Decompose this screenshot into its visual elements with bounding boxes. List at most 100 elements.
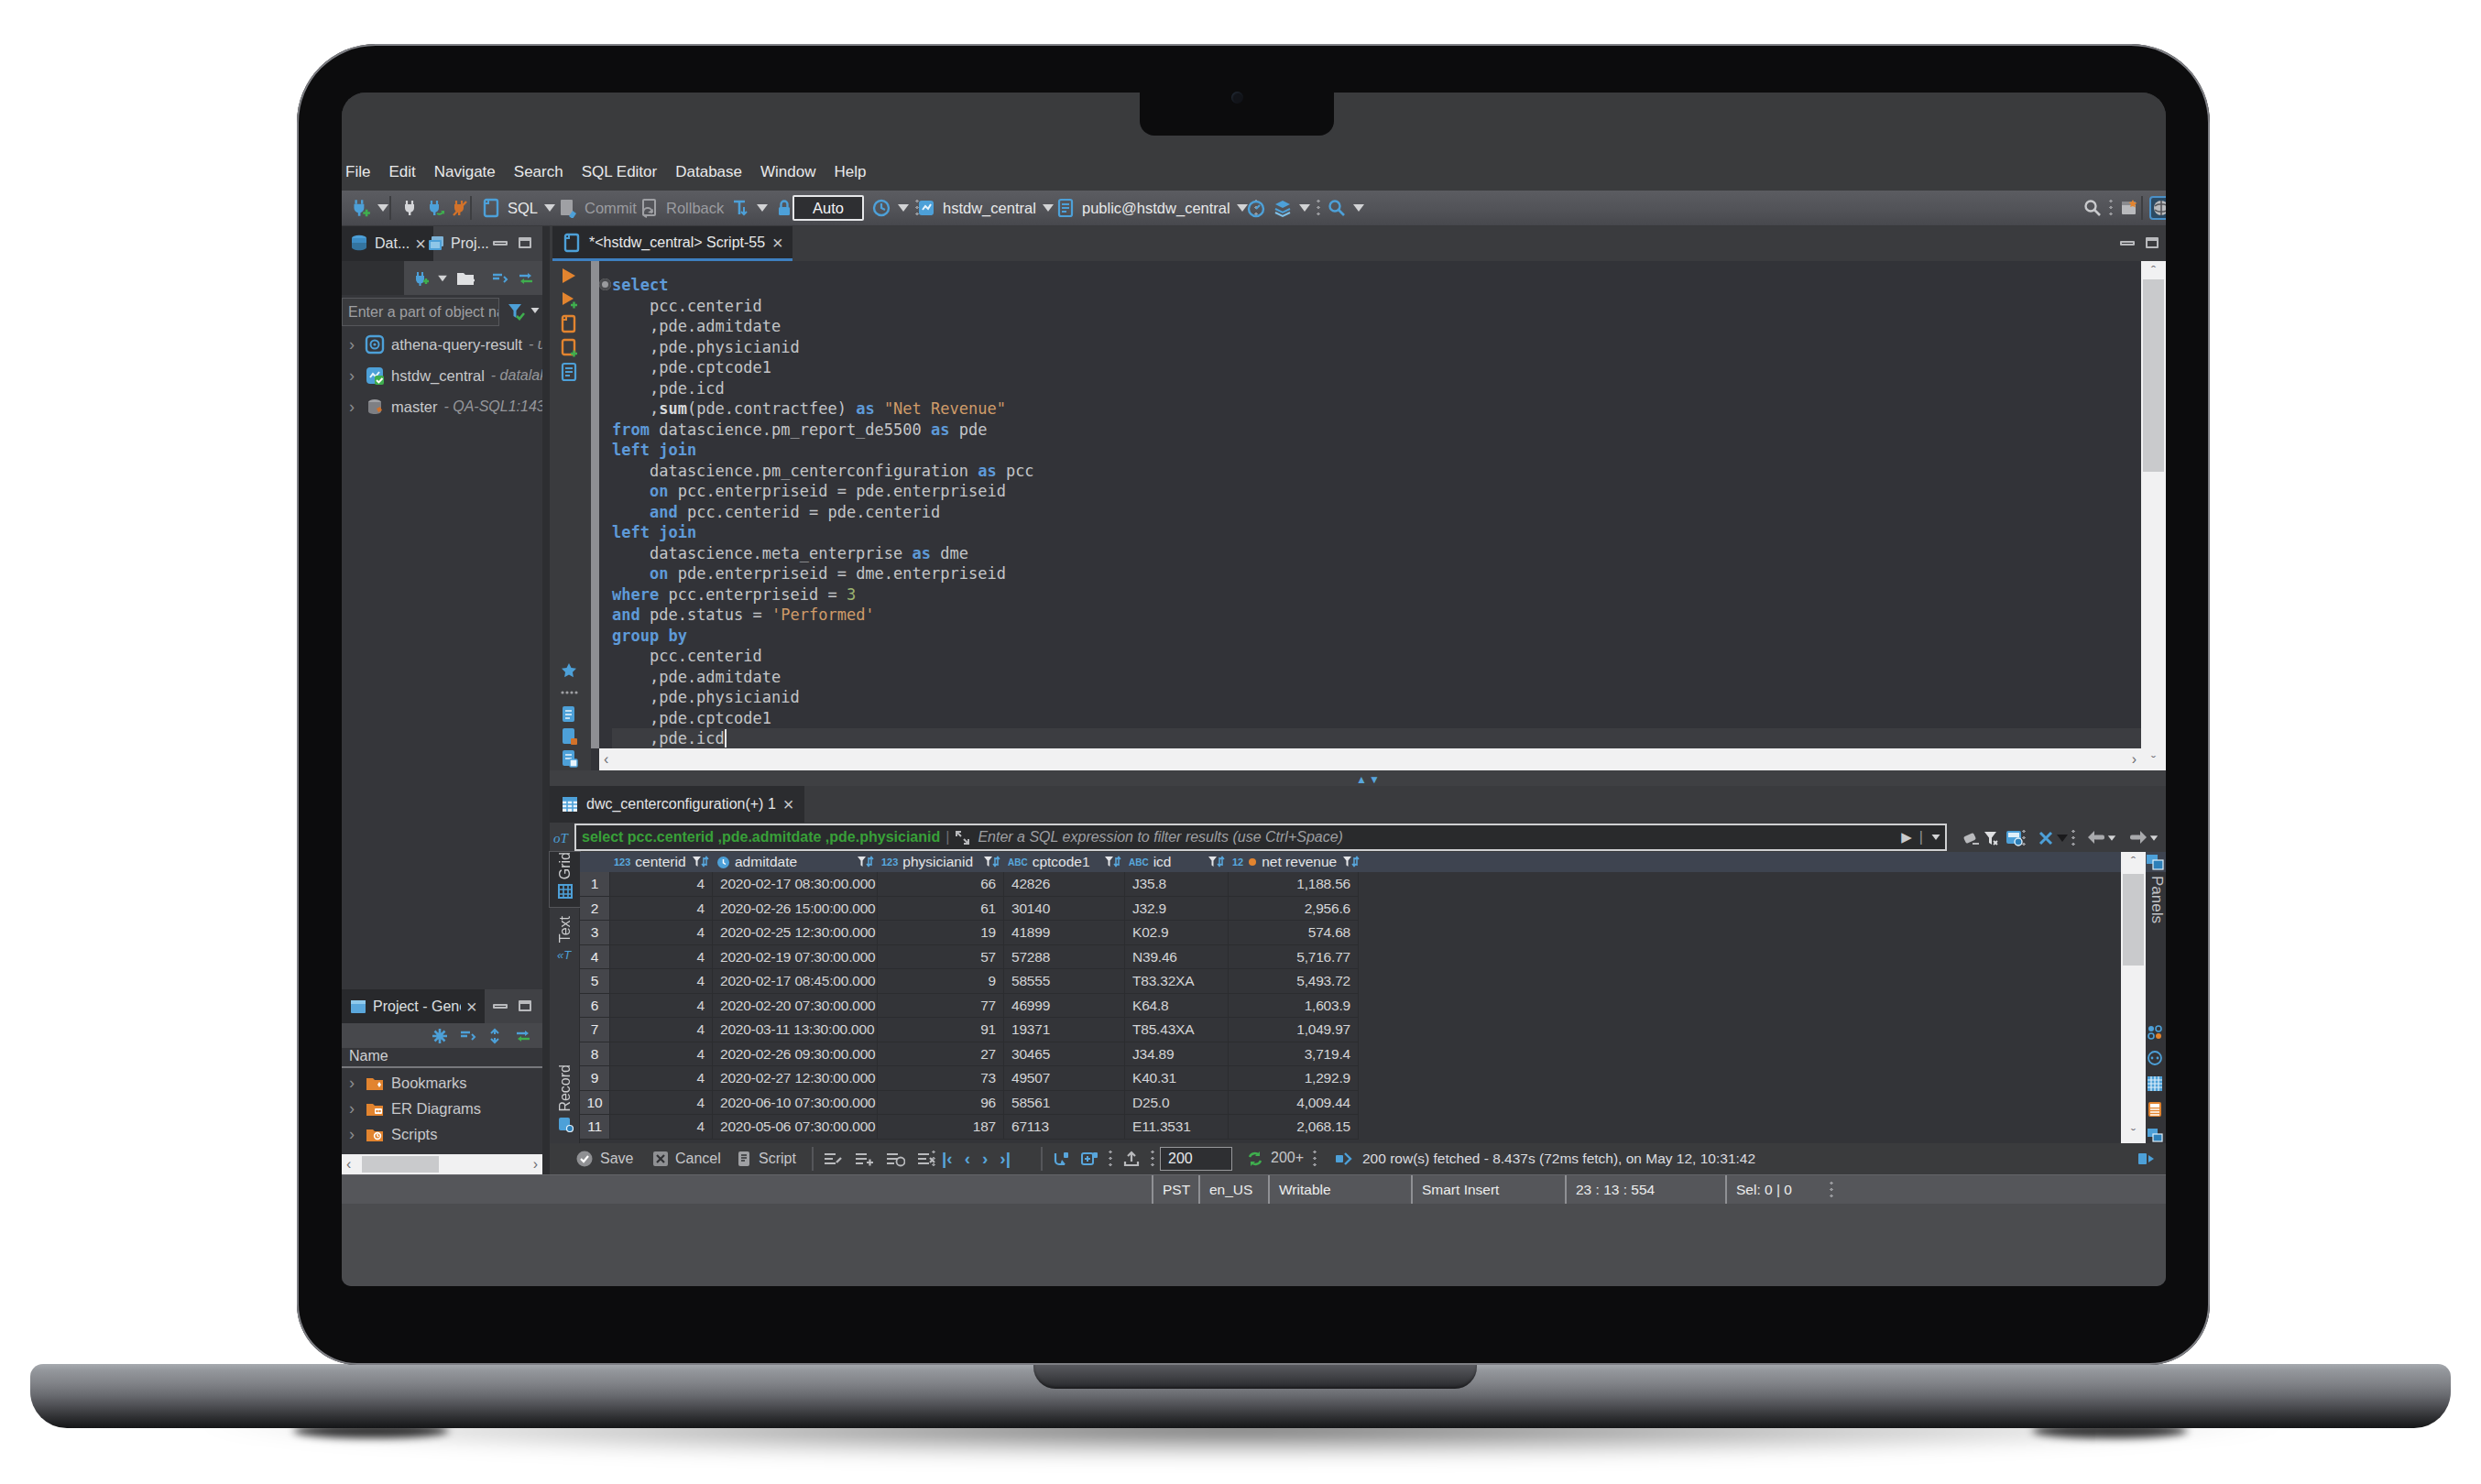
auto-commit-button[interactable]: Auto	[792, 195, 864, 221]
row-number[interactable]: 8	[580, 1042, 610, 1067]
column-filter-icon[interactable]	[1103, 855, 1121, 869]
cell-physicianid[interactable]: 19	[878, 921, 1004, 945]
link-editor-icon[interactable]	[516, 269, 536, 288]
row-number[interactable]: 5	[580, 969, 610, 994]
grid-row[interactable]: 142020-02-17 08:30:00.0006642826J35.81,1…	[580, 872, 2166, 897]
transaction-icon[interactable]	[730, 198, 750, 218]
save-button[interactable]: Save	[575, 1143, 633, 1174]
panel-sash[interactable]	[542, 226, 550, 1174]
calc-panel-icon[interactable]	[2147, 1101, 2163, 1118]
schema-icon[interactable]	[1055, 198, 1076, 218]
disconnect-all-icon[interactable]	[450, 198, 470, 218]
copy-row-icon[interactable]	[885, 1151, 905, 1167]
row-number[interactable]: 2	[580, 897, 610, 922]
next-row-icon[interactable]: ›	[982, 1149, 988, 1169]
chevron-down-icon[interactable]	[757, 204, 768, 212]
minimize-icon[interactable]	[2120, 241, 2135, 246]
last-row-icon[interactable]: ›|	[1000, 1149, 1011, 1169]
row-number[interactable]: 1	[580, 872, 610, 897]
cell-icd[interactable]: K64.8	[1125, 994, 1229, 1019]
column-header-physicianid[interactable]: 123physicianid	[878, 852, 1004, 872]
script-button[interactable]: Script	[736, 1143, 796, 1174]
chevron-down-icon[interactable]	[438, 275, 447, 280]
grid-vertical-scrollbar[interactable]: ˆ ˇ	[2121, 852, 2146, 1143]
scroll-right-icon[interactable]: ›	[529, 1156, 542, 1173]
nav-back-icon[interactable]	[2085, 829, 2107, 846]
commit-icon[interactable]	[558, 198, 578, 218]
chevron-down-icon[interactable]	[1299, 204, 1310, 212]
cell-net-revenue[interactable]: 1,603.9	[1229, 994, 1359, 1019]
cell-net-revenue[interactable]: 1,292.9	[1229, 1066, 1359, 1091]
tab-project-general[interactable]: Project - Gene... ×	[342, 989, 485, 1024]
row-number[interactable]: 10	[580, 1091, 610, 1116]
tree-expand-icon[interactable]: ›	[345, 1099, 358, 1118]
menu-sql-editor[interactable]: SQL Editor	[582, 163, 658, 181]
cell-admitdate[interactable]: 2020-02-27 12:30:00.000	[713, 1066, 878, 1091]
first-row-icon[interactable]: |‹	[942, 1149, 953, 1169]
column-header-admitdate[interactable]: admitdate	[713, 852, 878, 872]
history-clock-icon[interactable]	[871, 198, 891, 218]
custom-filter-icon[interactable]: oT	[552, 824, 574, 850]
cell-centerid[interactable]: 4	[610, 1018, 713, 1042]
scroll-left-icon[interactable]: ‹	[599, 751, 613, 768]
metadata-icon[interactable]	[2147, 1075, 2163, 1092]
minimize-icon[interactable]	[493, 241, 508, 246]
filter-funnel-icon[interactable]	[505, 300, 527, 322]
maximize-icon[interactable]	[2146, 237, 2159, 248]
tab-record[interactable]: Record	[550, 1064, 580, 1134]
cell-centerid[interactable]: 4	[610, 994, 713, 1019]
chevron-down-icon[interactable]	[531, 308, 540, 313]
project-item-scripts[interactable]: ›Scripts	[345, 1121, 481, 1147]
database-icon[interactable]	[916, 198, 936, 218]
cell-icd[interactable]: N39.46	[1125, 945, 1229, 970]
more-rows-button[interactable]: 200+	[1271, 1150, 1304, 1166]
cell-cptcode1[interactable]: 41899	[1004, 921, 1125, 945]
sash-grip-icon[interactable]: ▲▼	[1356, 773, 1382, 786]
status-overflow-icon[interactable]	[1830, 1180, 1833, 1200]
column-header-cptcode1[interactable]: ABCcptcode1	[1004, 852, 1125, 872]
new-folder-icon[interactable]	[455, 269, 475, 288]
project-item-bookmarks[interactable]: ›Bookmarks	[345, 1070, 481, 1096]
grid-row[interactable]: 342020-02-25 12:30:00.0001941899K02.9574…	[580, 921, 2166, 945]
dashboard-icon[interactable]	[1246, 198, 1266, 218]
save-filter-icon[interactable]	[2036, 829, 2056, 847]
column-filter-icon[interactable]	[1207, 855, 1225, 869]
menu-edit[interactable]: Edit	[388, 163, 415, 181]
cell-cptcode1[interactable]: 46999	[1004, 994, 1125, 1019]
cell-net-revenue[interactable]: 1,188.56	[1229, 872, 1359, 897]
fetch-all-icon[interactable]	[1080, 1151, 1098, 1167]
chevron-down-icon[interactable]	[2108, 835, 2115, 841]
cell-cptcode1[interactable]: 49507	[1004, 1066, 1125, 1091]
tree-expand-icon[interactable]: ›	[345, 366, 358, 386]
cell-icd[interactable]: K02.9	[1125, 921, 1229, 945]
cell-physicianid[interactable]: 61	[878, 897, 1004, 922]
close-icon[interactable]: ×	[466, 998, 477, 1016]
save-script-icon[interactable]	[559, 726, 579, 747]
close-icon[interactable]: ×	[772, 234, 783, 252]
cell-icd[interactable]: T85.43XA	[1125, 1018, 1229, 1042]
fetch-next-icon[interactable]	[1052, 1151, 1070, 1167]
cell-centerid[interactable]: 4	[610, 1091, 713, 1116]
cell-net-revenue[interactable]: 2,956.6	[1229, 897, 1359, 922]
row-number[interactable]: 7	[580, 1018, 610, 1042]
execute-script-icon[interactable]	[559, 314, 579, 334]
grid-row[interactable]: 742020-03-11 13:30:00.0009119371T85.43XA…	[580, 1018, 2166, 1042]
column-filter-icon[interactable]	[691, 855, 709, 869]
cell-admitdate[interactable]: 2020-02-17 08:45:00.000	[713, 969, 878, 994]
menu-help[interactable]: Help	[834, 163, 866, 181]
cell-cptcode1[interactable]: 57288	[1004, 945, 1125, 970]
cell-net-revenue[interactable]: 5,716.77	[1229, 945, 1359, 970]
cell-centerid[interactable]: 4	[610, 872, 713, 897]
active-perspective-icon[interactable]	[2151, 198, 2166, 218]
cell-physicianid[interactable]: 27	[878, 1042, 1004, 1067]
collapse-all-icon[interactable]	[458, 1027, 476, 1045]
grid-row[interactable]: 842020-02-26 09:30:00.0002730465J34.893,…	[580, 1042, 2166, 1067]
connection-hstdw_central[interactable]: ›hstdw_central- datalake-	[345, 360, 542, 391]
row-number[interactable]: 9	[580, 1066, 610, 1091]
cell-net-revenue[interactable]: 3,719.4	[1229, 1042, 1359, 1067]
grid-corner-cell[interactable]	[580, 852, 610, 872]
cell-icd[interactable]: D25.0	[1125, 1091, 1229, 1116]
rollback-icon[interactable]	[639, 198, 660, 218]
connection-master[interactable]: ›master- QA-SQL1:1433	[345, 391, 542, 422]
sql-editor[interactable]: select pcc.centerid ,pde.admitdate ,pde.…	[550, 261, 2166, 770]
